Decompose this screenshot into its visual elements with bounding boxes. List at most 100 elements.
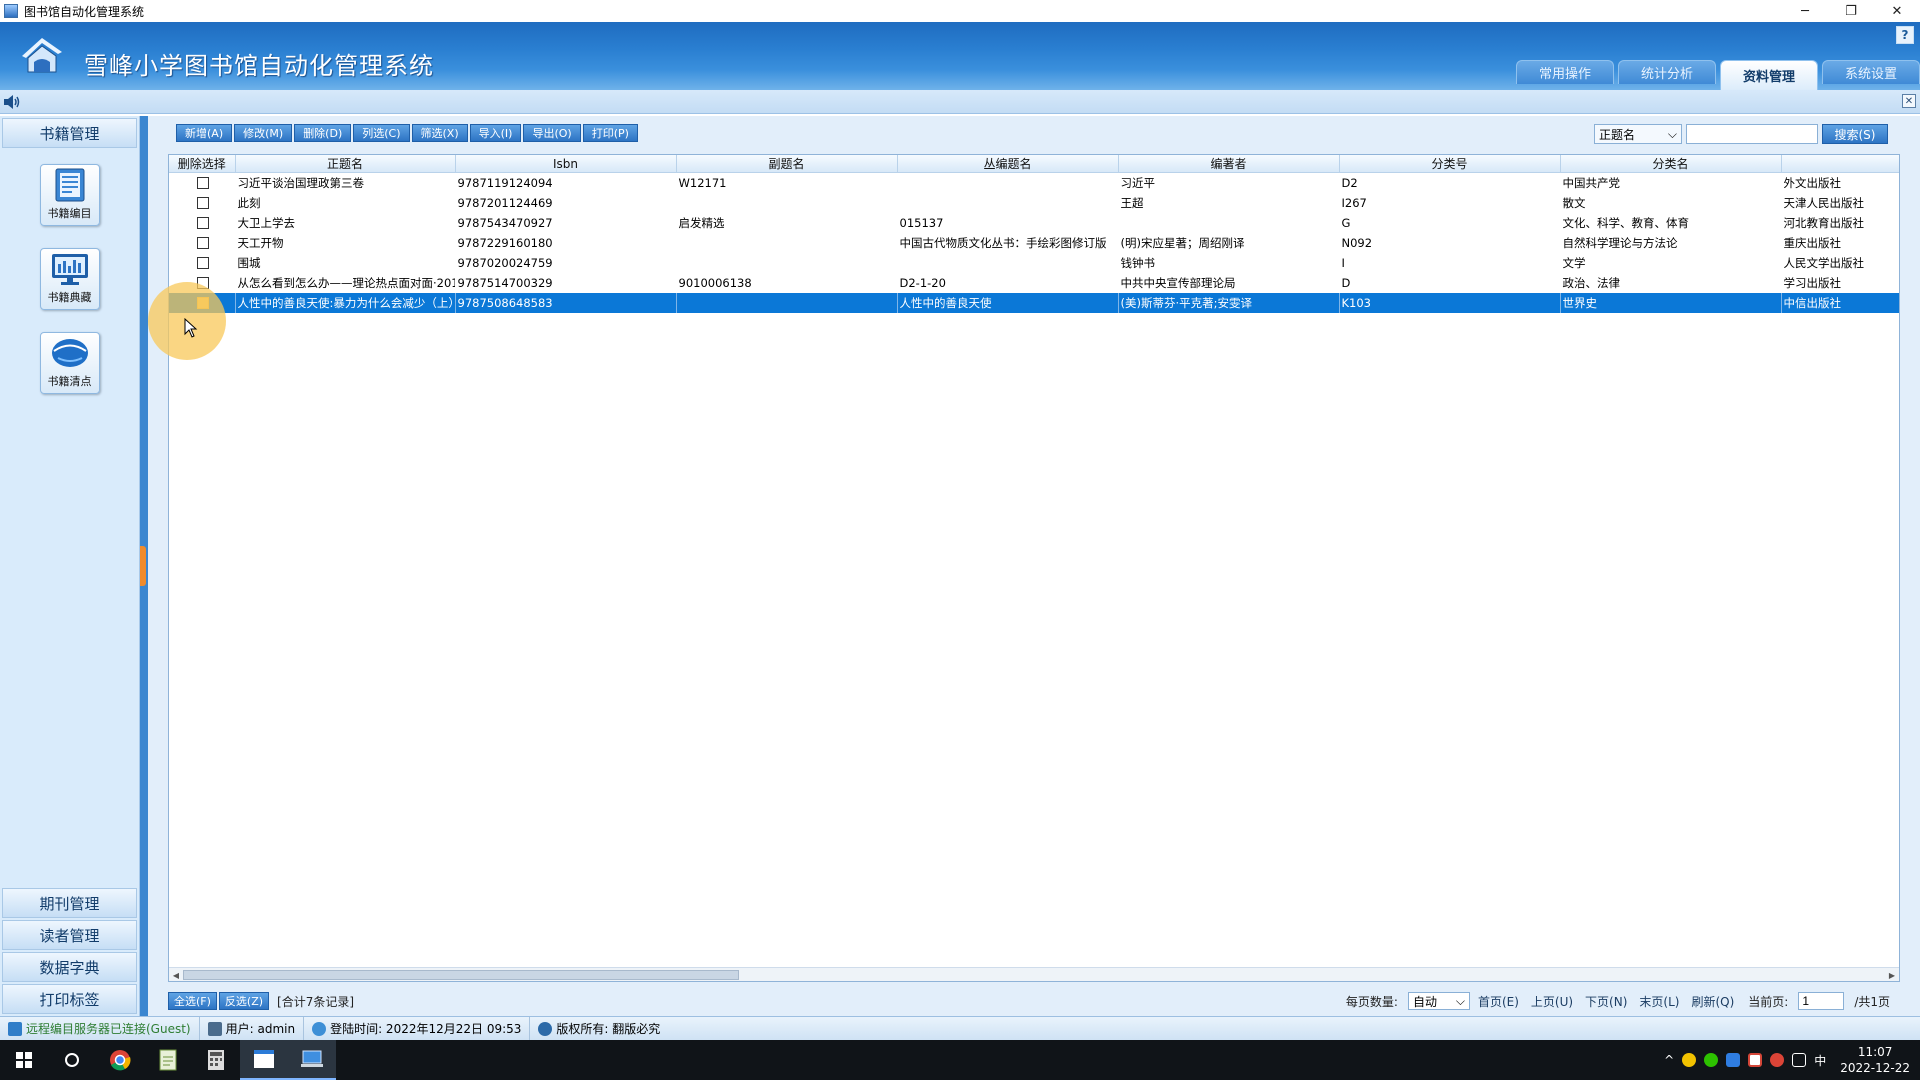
col-series[interactable]: 丛编题名 [897, 155, 1119, 173]
collapse-handle[interactable] [140, 546, 146, 586]
print-button[interactable]: 打印(P) [582, 124, 638, 142]
sidebar-item-print-labels[interactable]: 打印标签 [2, 984, 137, 1014]
row-checkbox[interactable] [196, 197, 209, 209]
table-row[interactable]: 围城 9787020024759 钱钟书 I 文学 人民文学出版社 [169, 253, 1899, 273]
sidebar-item-periodicals[interactable]: 期刊管理 [2, 888, 137, 918]
user-icon [207, 1021, 222, 1036]
per-page-select[interactable]: 自动 ⌵ [1407, 992, 1470, 1010]
col-author[interactable]: 编著者 [1118, 155, 1340, 173]
row-checkbox[interactable] [196, 217, 209, 229]
delete-button[interactable]: 删除(D) [294, 124, 352, 142]
col-title[interactable]: 正题名 [235, 155, 456, 173]
table-row[interactable]: 此刻 9787201124469 王超 I267 散文 天津人民出版社 [169, 193, 1899, 213]
col-isbn[interactable]: Isbn [455, 155, 677, 173]
wechat-icon[interactable] [1704, 1053, 1719, 1067]
collection-icon [51, 254, 88, 285]
close-button[interactable]: ✕ [1874, 0, 1920, 22]
sidebar-item-inventory[interactable]: 书籍清点 [39, 332, 100, 394]
network-icon [8, 1021, 22, 1036]
pager-bar: 全选(F) 反选(Z) [合计7条记录] 每页数量: 自动 ⌵ 首页(E) 上页… [168, 990, 1900, 1012]
row-checkbox[interactable] [196, 237, 209, 249]
chrome-tray-icon[interactable] [1770, 1053, 1785, 1067]
network-tray-icon[interactable] [1792, 1053, 1807, 1067]
main-panel: 新增(A) 修改(M) 删除(D) 列选(C) 筛选(X) 导入(I) 导出(O… [148, 116, 1920, 1016]
first-page-link[interactable]: 首页(E) [1478, 993, 1519, 1010]
search-field-select[interactable]: 正题名 ⌵ [1594, 124, 1682, 144]
edit-button[interactable]: 修改(M) [234, 124, 293, 142]
taskbar-chrome[interactable] [96, 1040, 144, 1080]
delete-select-cell [169, 253, 235, 273]
table-row[interactable]: 习近平谈治国理政第三卷 9787119124094 W12171 习近平 D2 中国共产党… [169, 173, 1899, 193]
invert-selection-button[interactable]: 反选(Z) [218, 992, 270, 1010]
tray-app-icon[interactable] [1682, 1053, 1697, 1067]
col-class-name[interactable]: 分类名 [1560, 155, 1782, 173]
refresh-link[interactable]: 刷新(Q) [1691, 993, 1734, 1010]
table-row[interactable]: 从怎么看到怎么办——理论热点面对面·2019 9787514700329 90100… [169, 273, 1899, 293]
search-button[interactable]: 搜索(S) [1822, 124, 1888, 144]
clock-icon [312, 1021, 327, 1036]
filter-button[interactable]: 筛选(X) [411, 124, 468, 142]
close-panel-icon[interactable]: ✕ [1902, 94, 1916, 108]
tray-blue-icon[interactable] [1726, 1053, 1741, 1067]
start-button[interactable] [0, 1040, 48, 1080]
class-name-cell: 文化、科学、教育、体育 [1562, 215, 1690, 230]
taskbar-calculator[interactable] [192, 1040, 240, 1080]
taskbar-library-system[interactable] [288, 1040, 336, 1080]
publisher-cell: 外文出版社 [1783, 175, 1842, 190]
ime-indicator[interactable]: 中 [1814, 1052, 1826, 1069]
col-class-no[interactable]: 分类号 [1339, 155, 1561, 173]
sidebar-item-dictionary[interactable]: 数据字典 [2, 952, 137, 982]
last-page-link[interactable]: 末页(L) [1639, 993, 1679, 1010]
taskbar-app-window[interactable] [240, 1040, 288, 1080]
sidebar-splitter[interactable] [140, 116, 148, 1016]
tab-common-ops[interactable]: 常用操作 [1516, 60, 1614, 84]
help-button[interactable]: ? [1896, 26, 1914, 44]
scrollbar-thumb[interactable] [183, 970, 739, 980]
taskbar-clock[interactable]: 11:07 2022-12-22 [1840, 1044, 1910, 1076]
col-delete-select[interactable]: 删除选择 [169, 155, 236, 173]
class-no-cell: I267 [1341, 195, 1367, 210]
chevron-up-icon[interactable]: ^ [1664, 1053, 1674, 1067]
gmail-icon[interactable] [1748, 1053, 1763, 1067]
select-all-button[interactable]: 全选(F) [168, 992, 217, 1010]
add-button[interactable]: 新增(A) [176, 124, 233, 142]
row-checkbox[interactable] [196, 257, 209, 269]
scroll-right-icon[interactable]: ▶ [1886, 969, 1898, 981]
import-button[interactable]: 导入(I) [469, 124, 522, 142]
total-pages: /共1页 [1854, 994, 1890, 1009]
horizontal-scrollbar[interactable]: ◀ ▶ [169, 967, 1899, 981]
tab-data-management[interactable]: 资料管理 [1720, 60, 1818, 90]
columns-button[interactable]: 列选(C) [353, 124, 410, 142]
series-cell: 015137 [899, 215, 944, 230]
col-subtitle[interactable]: 副题名 [676, 155, 898, 173]
tab-system-settings[interactable]: 系统设置 [1822, 60, 1920, 84]
app-header: 雪峰小学图书馆自动化管理系统 ? 常用操作 统计分析 资料管理 系统设置 [0, 22, 1920, 90]
search-input[interactable] [1686, 124, 1818, 144]
export-button[interactable]: 导出(O) [523, 124, 581, 142]
table-row[interactable]: 天工开物 9787229160180 中国古代物质文化丛书：手绘彩图修订版 (明)宋应… [169, 233, 1899, 253]
sidebar-item-readers[interactable]: 读者管理 [2, 920, 137, 950]
sidebar-item-catalog[interactable]: 书籍编目 [39, 164, 100, 226]
sidebar-section-books[interactable]: 书籍管理 [2, 118, 137, 148]
tab-statistics[interactable]: 统计分析 [1618, 60, 1716, 84]
speaker-icon[interactable] [2, 93, 22, 111]
globe-icon [538, 1021, 553, 1036]
table-row[interactable]: 人性中的善良天使:暴力为什么会减少（上） 9787508648583 人性中的善良天… [169, 292, 1899, 313]
author-cell: 习近平 [1120, 175, 1156, 190]
search-taskbar-button[interactable] [48, 1040, 96, 1080]
current-page-input[interactable] [1798, 992, 1845, 1010]
restore-button[interactable]: ❐ [1828, 0, 1874, 22]
per-page-value: 自动 [1412, 994, 1437, 1009]
col-publisher[interactable]: 出版 [1781, 155, 1899, 173]
scroll-left-icon[interactable]: ◀ [170, 969, 182, 981]
table-row[interactable]: 大卫上学去 9787543470927 启发精选 015137 G 文化、科学、教育、体育… [169, 213, 1899, 233]
series-cell [897, 173, 1118, 193]
prev-page-link[interactable]: 上页(U) [1531, 993, 1573, 1010]
next-page-link[interactable]: 下页(N) [1585, 993, 1627, 1010]
row-checkbox[interactable] [196, 177, 209, 190]
minimize-button[interactable]: ─ [1782, 0, 1828, 22]
taskbar-notepad[interactable] [144, 1040, 192, 1080]
sidebar-item-collection[interactable]: 书籍典藏 [39, 248, 100, 310]
title-cell: 大卫上学去 [237, 215, 296, 230]
window-titlebar: 图书馆自动化管理系统 ─ ❐ ✕ [0, 0, 1920, 22]
